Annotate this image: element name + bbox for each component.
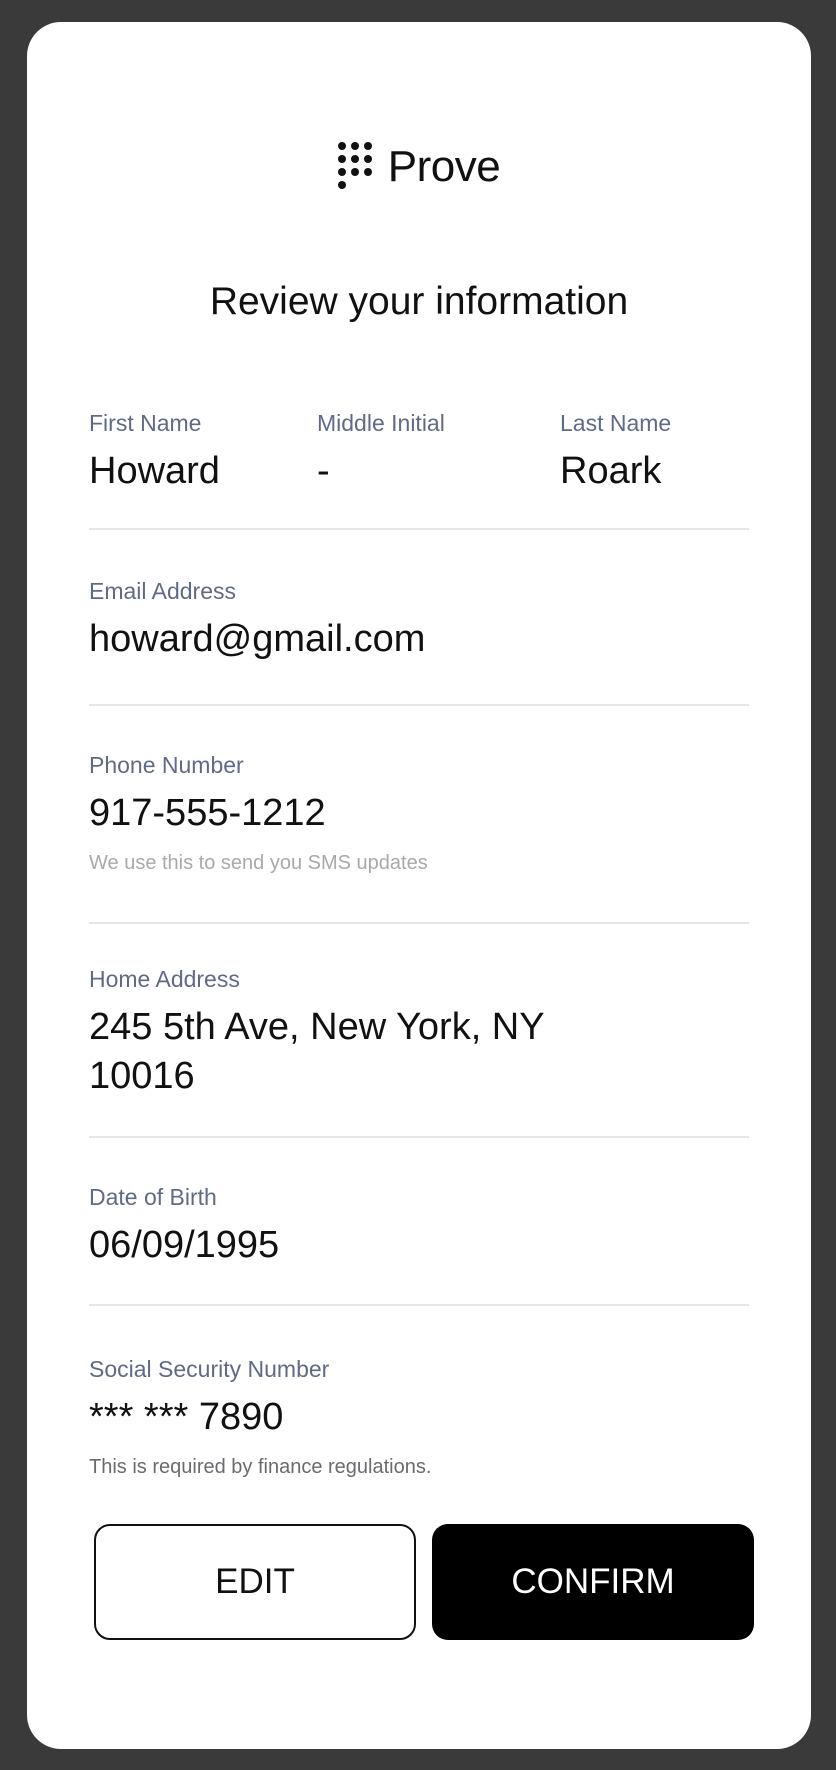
review-card: Prove Review your information First Name… (27, 22, 811, 1749)
ssn-label: Social Security Number (89, 1356, 330, 1382)
dob-label: Date of Birth (89, 1184, 217, 1210)
first-name-value: Howard (89, 450, 220, 492)
ssn-section: Social Security Number *** *** 7890 This… (89, 1356, 749, 1479)
edit-button[interactable]: EDIT (94, 1524, 416, 1640)
dot-grid-logo-icon (337, 142, 372, 192)
phone-hint: We use this to send you SMS updates (89, 852, 428, 875)
dob-value: 06/09/1995 (89, 1224, 280, 1266)
address-label: Home Address (89, 966, 240, 992)
dob-section: Date of Birth 06/09/1995 (89, 1184, 749, 1306)
email-value: howard@gmail.com (89, 618, 426, 660)
phone-section: Phone Number 917-555-1212 We use this to… (89, 752, 749, 924)
first-name-field: First Name Howard (89, 410, 317, 496)
email-label: Email Address (89, 578, 237, 604)
name-section: First Name Howard Middle Initial - Last … (89, 410, 749, 530)
middle-initial-field: Middle Initial - (317, 410, 560, 496)
first-name-label: First Name (89, 410, 202, 436)
email-section: Email Address howard@gmail.com (89, 578, 749, 706)
address-line2: 10016 (89, 1055, 195, 1098)
middle-initial-label: Middle Initial (317, 410, 445, 436)
action-buttons: EDIT CONFIRM (94, 1524, 754, 1640)
confirm-button[interactable]: CONFIRM (432, 1524, 754, 1640)
ssn-value: *** *** 7890 (89, 1396, 284, 1438)
ssn-hint: This is required by finance regulations. (89, 1456, 432, 1479)
last-name-label: Last Name (560, 410, 672, 436)
middle-initial-value: - (317, 450, 330, 492)
phone-value: 917-555-1212 (89, 792, 326, 834)
address-section: Home Address 245 5th Ave, New York, NY 1… (89, 966, 749, 1138)
last-name-value: Roark (560, 450, 662, 492)
last-name-field: Last Name Roark (560, 410, 671, 496)
page-title: Review your information (209, 280, 629, 323)
brand-header: Prove (27, 142, 811, 192)
address-line1: 245 5th Ave, New York, NY (89, 1006, 545, 1048)
phone-label: Phone Number (89, 752, 244, 778)
brand-name: Prove (387, 142, 501, 191)
